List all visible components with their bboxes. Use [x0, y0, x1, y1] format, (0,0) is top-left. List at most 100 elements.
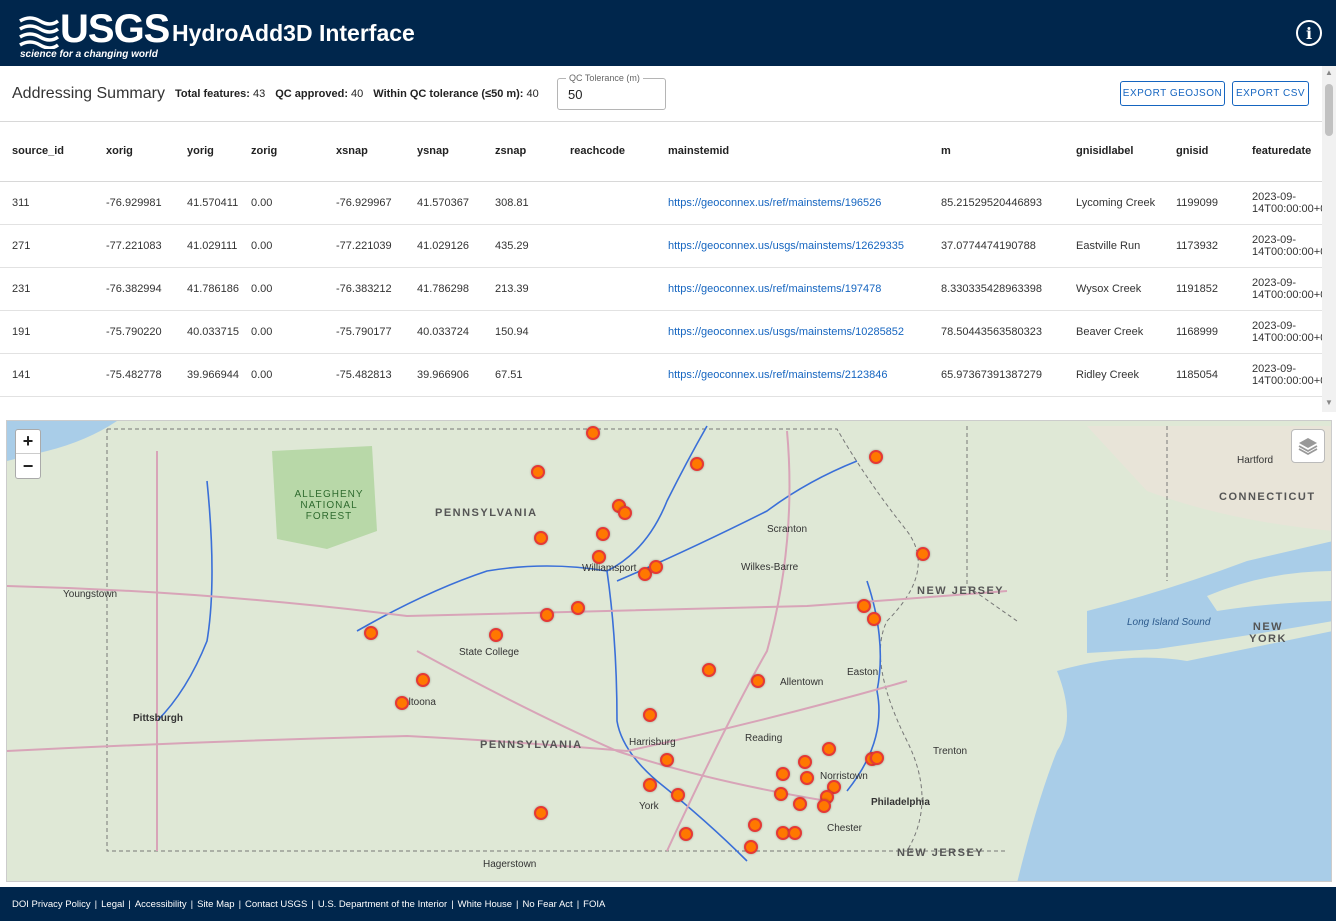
feature-marker[interactable] — [869, 450, 883, 464]
label-long-island-sound: Long Island Sound — [1127, 617, 1211, 628]
feature-marker[interactable] — [870, 751, 884, 765]
features-table: source_id xorig yorig zorig xsnap ysnap … — [0, 122, 1322, 412]
col-zsnap[interactable]: zsnap — [483, 122, 558, 182]
table-cell-mainstemid[interactable]: https://geoconnex.us/ref/mainstems/21238… — [656, 353, 929, 397]
feature-marker[interactable] — [867, 612, 881, 626]
feature-marker[interactable] — [649, 560, 663, 574]
col-gnisidlabel[interactable]: gnisidlabel — [1064, 122, 1164, 182]
feature-marker[interactable] — [690, 457, 704, 471]
table-row[interactable]: 141 -75.482778 39.966944 0.00 -75.482813 39.9… — [0, 353, 1322, 397]
feature-marker[interactable] — [643, 708, 657, 722]
feature-marker[interactable] — [671, 788, 685, 802]
feature-marker[interactable] — [822, 742, 836, 756]
table-cell-mainstemid[interactable]: https://geoconnex.us/ref/mainstems/19652… — [656, 181, 929, 225]
footer-link[interactable]: DOI Privacy Policy — [12, 899, 91, 910]
label-new-york: NEW YORK — [1249, 621, 1287, 645]
table-row[interactable]: 231 -76.382994 41.786186 0.00 -76.383212 41.7… — [0, 267, 1322, 311]
footer-link[interactable]: Contact USGS — [245, 899, 307, 910]
table-scrollbar[interactable]: ▲ ▼ — [1322, 66, 1336, 412]
table-cell-featuredate: 2023-09-14T00:00:00+0 — [1240, 224, 1322, 268]
label-pennsylvania-south: PENNSYLVANIA — [480, 739, 583, 751]
feature-marker[interactable] — [416, 673, 430, 687]
feature-marker[interactable] — [748, 818, 762, 832]
feature-marker[interactable] — [643, 778, 657, 792]
footer-link[interactable]: No Fear Act — [523, 899, 573, 910]
feature-marker[interactable] — [534, 531, 548, 545]
footer-link[interactable]: Accessibility — [135, 899, 187, 910]
col-m[interactable]: m — [929, 122, 1064, 182]
col-reachcode[interactable]: reachcode — [558, 122, 656, 182]
usgs-logo[interactable]: USGS science for a changing world — [18, 7, 170, 60]
feature-marker[interactable] — [660, 753, 674, 767]
footer-link[interactable]: Legal — [101, 899, 124, 910]
footer-link[interactable]: U.S. Department of the Interior — [318, 899, 447, 910]
table-row[interactable]: 271 -77.221083 41.029111 0.00 -77.221039 41.0… — [0, 224, 1322, 268]
feature-marker[interactable] — [364, 626, 378, 640]
feature-marker[interactable] — [744, 840, 758, 854]
zoom-in-button[interactable]: + — [16, 430, 40, 454]
export-csv-button[interactable]: EXPORT CSV — [1232, 81, 1309, 106]
logo-text: USGS — [60, 7, 170, 51]
feature-marker[interactable] — [751, 674, 765, 688]
table-cell-xorig: -75.482778 — [94, 353, 175, 397]
feature-marker[interactable] — [793, 797, 807, 811]
feature-marker[interactable] — [571, 601, 585, 615]
col-featuredate[interactable]: featuredate — [1240, 122, 1322, 182]
scroll-thumb[interactable] — [1325, 84, 1333, 136]
feature-marker[interactable] — [618, 506, 632, 520]
footer-link[interactable]: Site Map — [197, 899, 235, 910]
feature-marker[interactable] — [916, 547, 930, 561]
feature-marker[interactable] — [592, 550, 606, 564]
table-cell-zsnap: 150.94 — [483, 310, 558, 354]
table-cell-mainstemid[interactable]: https://geoconnex.us/usgs/mainstems/1028… — [656, 310, 929, 354]
col-ysnap[interactable]: ysnap — [405, 122, 483, 182]
feature-marker[interactable] — [489, 628, 503, 642]
qc-tolerance-input[interactable]: QC Tolerance (m) 50 — [557, 73, 666, 110]
label-williamsport: Williamsport — [582, 563, 637, 574]
table-row[interactable]: 311 -76.929981 41.570411 0.00 -76.929967 41.5… — [0, 181, 1322, 225]
table-row[interactable]: 191 -75.790220 40.033715 0.00 -75.790177 40.0… — [0, 310, 1322, 354]
table-cell-yorig: 41.570411 — [175, 181, 239, 225]
feature-marker[interactable] — [531, 465, 545, 479]
table-cell-zorig: 0.00 — [239, 310, 324, 354]
feature-marker[interactable] — [774, 787, 788, 801]
col-mainstemid[interactable]: mainstemid — [656, 122, 929, 182]
feature-marker[interactable] — [817, 799, 831, 813]
footer-link[interactable]: White House — [458, 899, 512, 910]
feature-marker[interactable] — [702, 663, 716, 677]
col-xsnap[interactable]: xsnap — [324, 122, 405, 182]
feature-marker[interactable] — [788, 826, 802, 840]
col-gnisid[interactable]: gnisid — [1164, 122, 1240, 182]
col-source-id[interactable]: source_id — [0, 122, 94, 182]
table-cell-mainstemid[interactable] — [656, 396, 929, 412]
table-cell-source_id — [0, 396, 94, 412]
feature-marker[interactable] — [395, 696, 409, 710]
table-cell-mainstemid[interactable]: https://geoconnex.us/ref/mainstems/19747… — [656, 267, 929, 311]
feature-marker[interactable] — [798, 755, 812, 769]
footer-link[interactable]: FOIA — [583, 899, 605, 910]
feature-marker[interactable] — [776, 767, 790, 781]
feature-marker[interactable] — [596, 527, 610, 541]
label-pittsburgh: Pittsburgh — [133, 713, 183, 724]
table-cell-mainstemid[interactable]: https://geoconnex.us/usgs/mainstems/1262… — [656, 224, 929, 268]
col-zorig[interactable]: zorig — [239, 122, 324, 182]
map-view[interactable]: PENNSYLVANIA PENNSYLVANIA NEW JERSEY NEW… — [6, 420, 1332, 882]
scroll-down-icon[interactable]: ▼ — [1325, 398, 1333, 407]
feature-marker[interactable] — [679, 827, 693, 841]
feature-marker[interactable] — [857, 599, 871, 613]
col-yorig[interactable]: yorig — [175, 122, 239, 182]
table-cell-xorig: -77.221083 — [94, 224, 175, 268]
zoom-out-button[interactable]: − — [16, 454, 40, 478]
feature-marker[interactable] — [534, 806, 548, 820]
scroll-up-icon[interactable]: ▲ — [1325, 68, 1333, 77]
table-row[interactable]: 2023-09- — [0, 396, 1322, 412]
map-basemap — [7, 421, 1331, 881]
feature-marker[interactable] — [800, 771, 814, 785]
export-geojson-button[interactable]: EXPORT GEOJSON — [1120, 81, 1225, 106]
feature-marker[interactable] — [586, 426, 600, 440]
layers-icon[interactable] — [1291, 429, 1325, 463]
col-xorig[interactable]: xorig — [94, 122, 175, 182]
info-icon[interactable]: i — [1296, 20, 1322, 46]
table-cell-gnisid: 1191852 — [1164, 267, 1240, 311]
feature-marker[interactable] — [540, 608, 554, 622]
